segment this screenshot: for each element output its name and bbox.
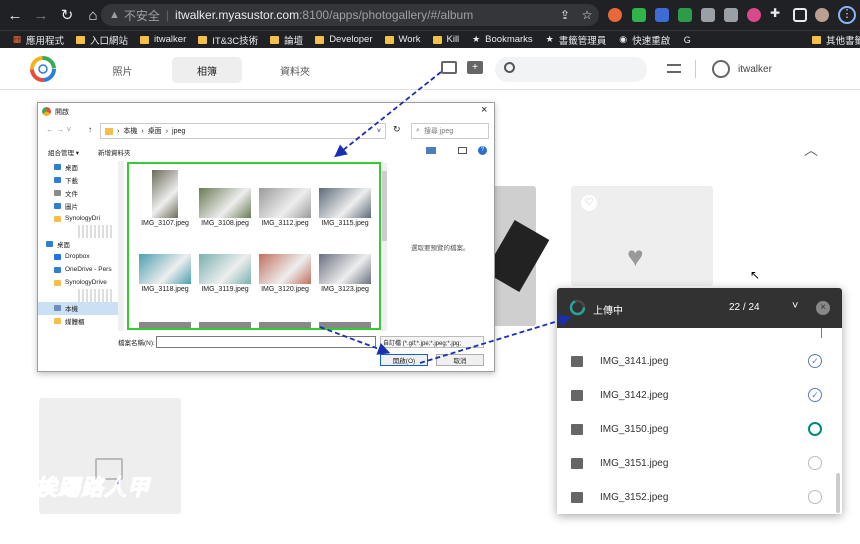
arrow-upload-to-dialog <box>334 71 442 158</box>
annotation-arrows <box>319 71 572 364</box>
watermark-logo: 挨踢路人甲 <box>34 475 151 502</box>
arrow-selection-to-open <box>319 326 391 355</box>
arrow-open-to-upload <box>419 314 572 364</box>
